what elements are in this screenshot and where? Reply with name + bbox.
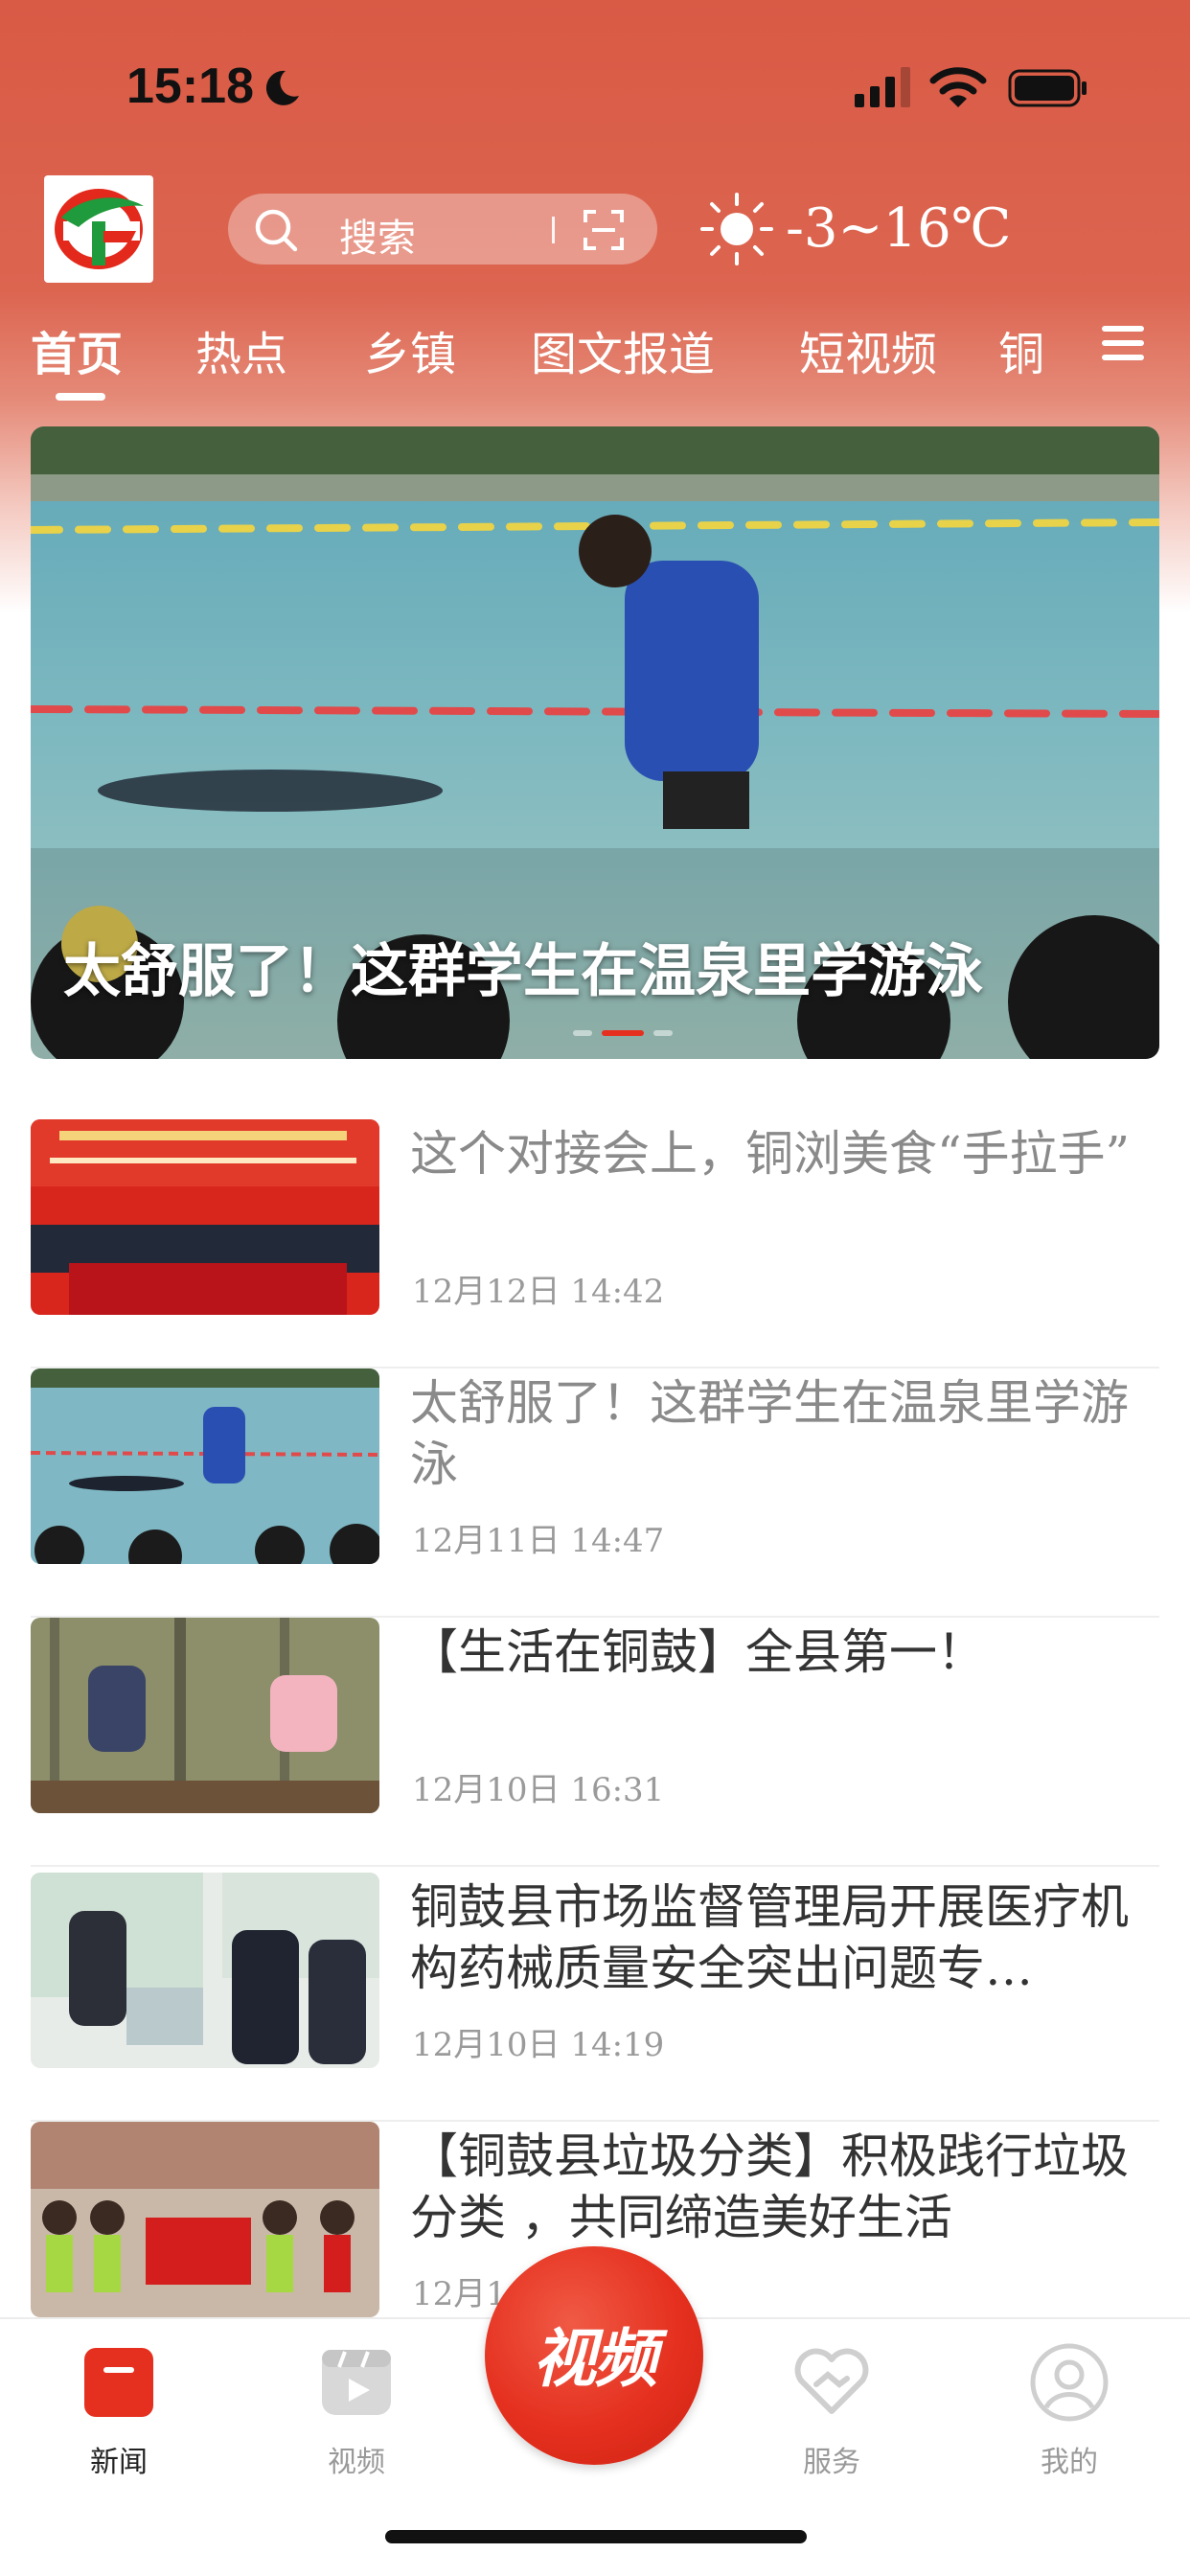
news-thumbnail [31, 1368, 379, 1564]
home-indicator[interactable] [385, 2530, 807, 2543]
banner-title: 太舒服了！这群学生在温泉里学游泳 [63, 938, 983, 1005]
tab-short-video[interactable]: 短视频 [799, 316, 937, 383]
news-item[interactable]: 【生活在铜鼓】全县第一！ 12月10日 16:31 [31, 1618, 1159, 1867]
news-title: 铜鼓县市场监督管理局开展医疗机构药械质量安全突出问题专… [410, 1879, 1129, 1996]
moon-icon [265, 70, 299, 105]
news-icon [84, 2348, 153, 2417]
news-thumbnail [31, 1119, 379, 1315]
news-title: 【铜鼓县垃圾分类】积极践行垃圾分类 ，共同缔造美好生活 [410, 2128, 1129, 2245]
search-placeholder: 搜索 [339, 217, 416, 261]
news-title: 【生活在铜鼓】全县第一！ [410, 1624, 985, 1680]
scan-icon[interactable] [583, 209, 625, 251]
tab-photo-reports[interactable]: 图文报道 [531, 316, 715, 383]
news-item[interactable]: 这个对接会上，铜浏美食“手拉手” 12月12日 14:42 [31, 1119, 1159, 1368]
news-thumbnail [31, 1618, 379, 1813]
news-date: 12月11日 14:47 [412, 1522, 665, 1560]
featured-banner[interactable]: 太舒服了！这群学生在温泉里学游泳 [31, 426, 1159, 1059]
service-icon [794, 2348, 869, 2414]
profile-icon [1030, 2343, 1109, 2422]
battery-icon [1008, 69, 1087, 107]
tab-tonggu[interactable]: 铜 [998, 316, 1044, 383]
active-tab-indicator [56, 393, 105, 401]
search-divider [552, 217, 555, 243]
tab-overflow[interactable]: 铜 [996, 316, 1048, 383]
carousel-dot [653, 1030, 673, 1036]
news-thumbnail [31, 2122, 379, 2317]
nav-video[interactable]: 视频 [280, 2319, 433, 2482]
center-video-button[interactable]: 视频 [485, 2246, 703, 2465]
search-icon [255, 209, 298, 252]
nav-news[interactable]: 新闻 [42, 2319, 195, 2482]
news-date: 12月10日 16:31 [412, 1771, 665, 1809]
menu-icon[interactable] [1102, 324, 1144, 362]
category-tabs: 首页 热点 乡镇 图文报道 短视频 铜 [0, 316, 1190, 412]
nav-service[interactable]: 服务 [755, 2319, 908, 2482]
tab-hot[interactable]: 热点 [195, 316, 287, 383]
status-bar: 15:18 [0, 0, 1190, 172]
news-date: 12月12日 14:42 [412, 1273, 665, 1311]
nav-mine-label: 我的 [1041, 2446, 1098, 2479]
nav-mine[interactable]: 我的 [993, 2319, 1146, 2482]
signal-icon [855, 67, 910, 107]
nav-service-label: 服务 [803, 2446, 860, 2479]
carousel-dot [573, 1030, 592, 1036]
status-time: 15:18 [126, 58, 254, 114]
tab-home[interactable]: 首页 [31, 316, 123, 383]
nav-video-label: 视频 [328, 2446, 385, 2479]
carousel-indicator [573, 1030, 688, 1038]
news-title: 这个对接会上，铜浏美食“手拉手” [410, 1126, 1131, 1182]
weather-temperature: -3~16℃ [786, 197, 1012, 260]
news-thumbnail [31, 1873, 379, 2068]
carousel-dot-active [602, 1030, 644, 1036]
wifi-icon [929, 67, 987, 107]
video-icon [322, 2350, 391, 2415]
center-video-label: 视频 [533, 2322, 657, 2396]
app-logo[interactable] [44, 175, 153, 283]
news-item[interactable]: 铜鼓县市场监督管理局开展医疗机构药械质量安全突出问题专… 12月10日 14:1… [31, 1873, 1159, 2122]
news-title: 太舒服了！这群学生在温泉里学游泳 [410, 1375, 1129, 1492]
tab-towns[interactable]: 乡镇 [364, 316, 456, 383]
news-date: 12月10日 14:19 [412, 2026, 665, 2064]
sun-icon [700, 193, 773, 265]
search-bar[interactable]: 搜索 [228, 194, 657, 264]
nav-news-label: 新闻 [90, 2446, 148, 2479]
news-item[interactable]: 太舒服了！这群学生在温泉里学游泳 12月11日 14:47 [31, 1368, 1159, 1618]
app-screen: 15:18 搜索 -3~16℃ 首页 热点 乡镇 图文报道 短视频 铜 太舒服了… [0, 0, 1190, 2576]
logo-icon [55, 189, 144, 269]
